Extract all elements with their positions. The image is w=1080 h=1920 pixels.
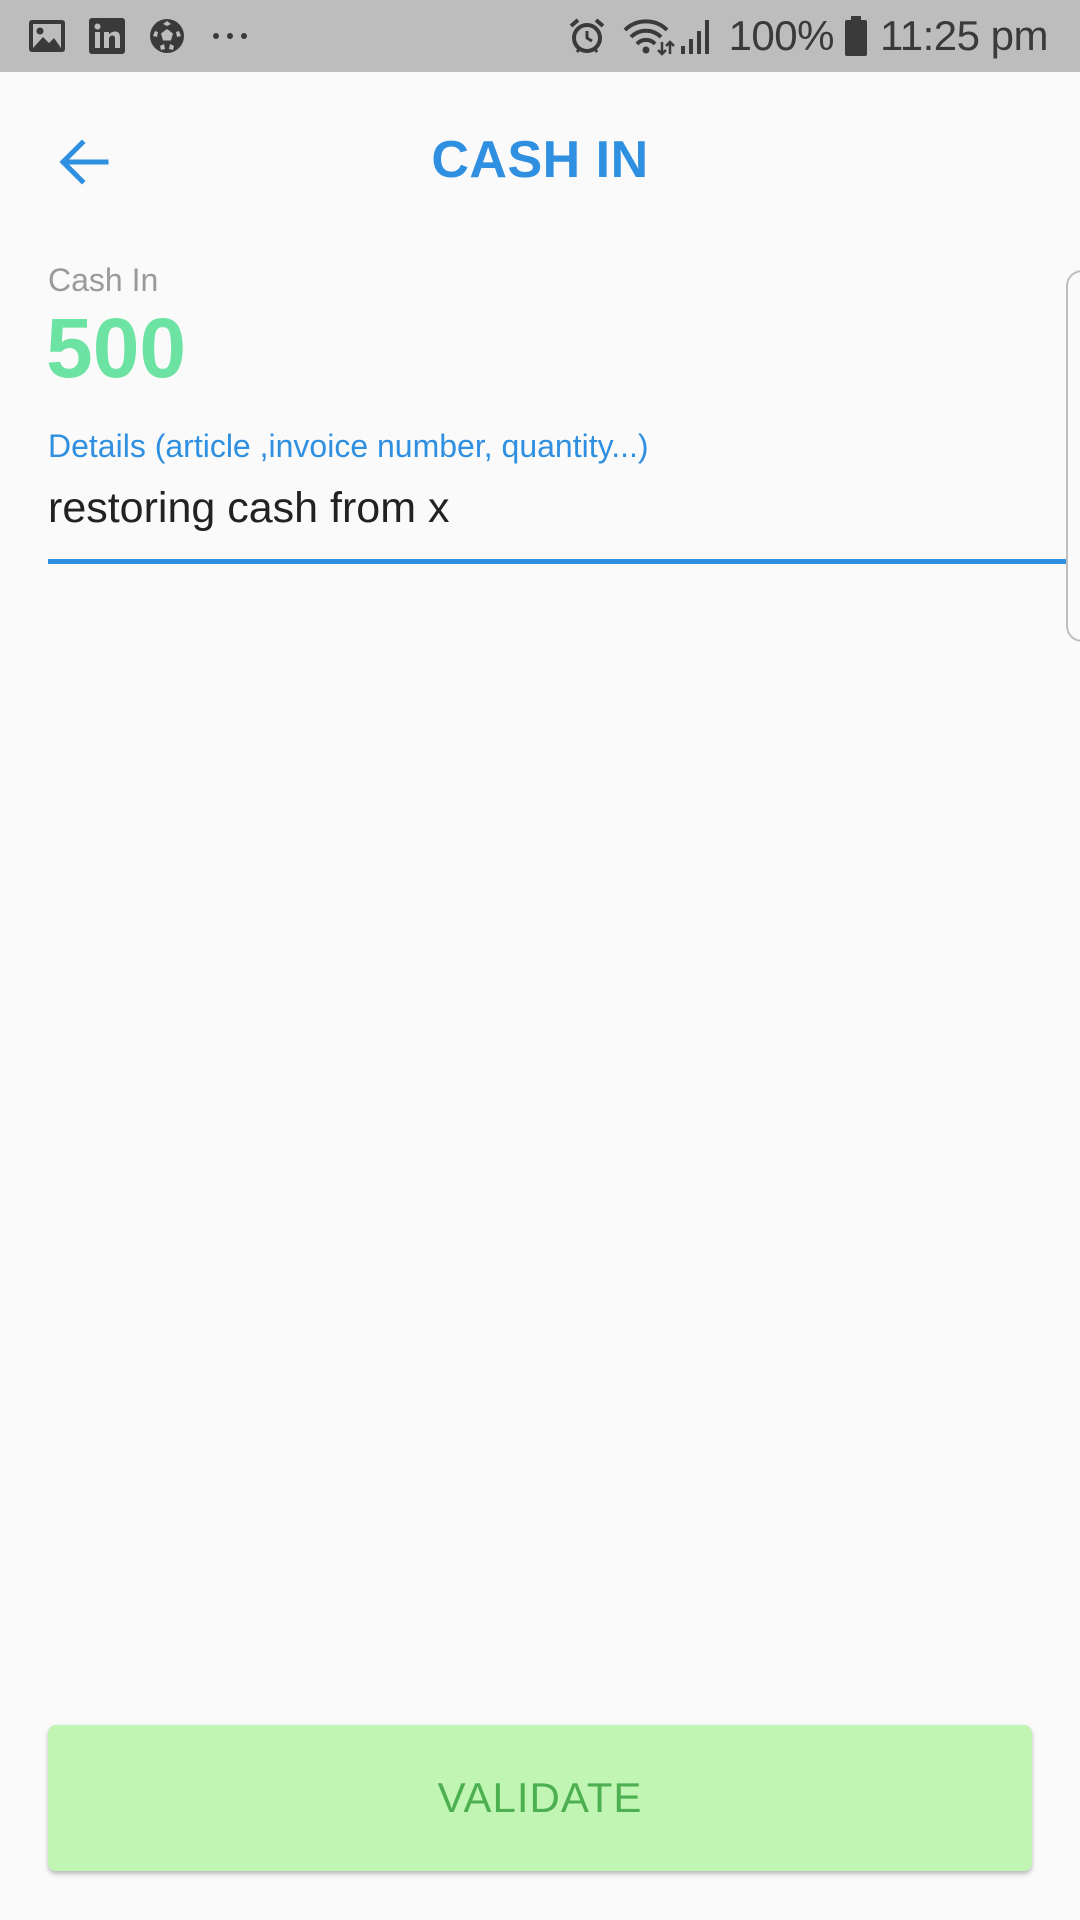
linkedin-icon xyxy=(88,17,126,55)
validate-button[interactable]: VALIDATE xyxy=(48,1725,1032,1871)
cash-in-label: Cash In xyxy=(48,262,159,298)
soccer-ball-icon xyxy=(148,17,186,55)
cash-in-amount: 500 xyxy=(46,301,187,395)
validate-button-label: VALIDATE xyxy=(437,1774,643,1821)
notification-icons xyxy=(28,16,274,56)
details-input[interactable] xyxy=(48,474,1080,564)
cash-in-screen: 100% 11:25 pm CASH IN Cash In 500 Detail… xyxy=(0,0,1080,1920)
battery-icon xyxy=(844,15,868,57)
page-title: CASH IN xyxy=(431,131,649,189)
more-dots-icon xyxy=(208,30,252,42)
app-bar: CASH IN xyxy=(0,72,1080,252)
battery-percentage: 100% xyxy=(728,12,835,59)
system-status: 100% 11:25 pm xyxy=(567,8,1049,64)
details-field-label: Details (article ,invoice number, quanti… xyxy=(48,428,649,464)
signal-icon xyxy=(679,16,715,56)
alarm-icon xyxy=(567,16,607,56)
clock: 11:25 pm xyxy=(880,12,1049,59)
gallery-icon xyxy=(28,19,66,53)
side-panel-handle[interactable] xyxy=(1066,270,1080,642)
status-bar: 100% 11:25 pm xyxy=(0,0,1080,72)
wifi-icon xyxy=(621,16,675,56)
